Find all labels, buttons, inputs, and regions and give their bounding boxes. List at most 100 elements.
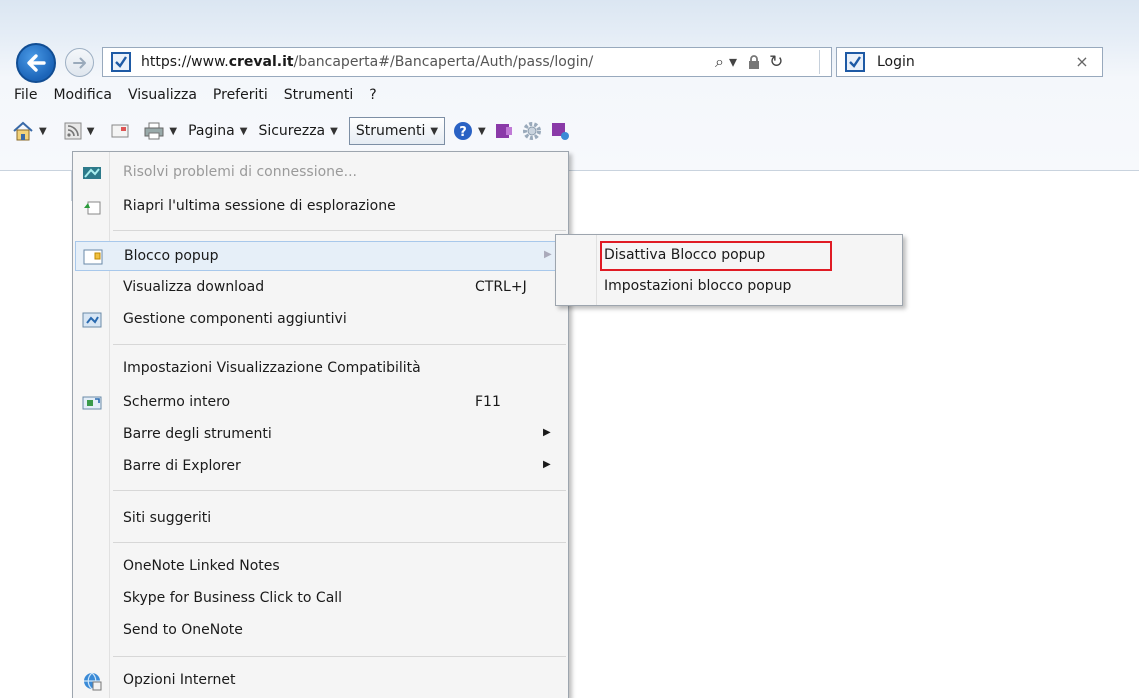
menu-file[interactable]: File xyxy=(14,87,37,103)
tab-login[interactable]: Login × xyxy=(836,47,1103,77)
menu-item-compatibilita[interactable]: Impostazioni Visualizzazione Compatibili… xyxy=(75,354,566,384)
menu-item-barre-explorer[interactable]: Barre di Explorer ▶ xyxy=(75,452,566,482)
submenu-arrow-icon: ▶ xyxy=(543,459,551,470)
command-bar: ▼ ▼ ▼ Pagina ▼ Sicurezza ▼ Strumenti ▼ ?… xyxy=(12,117,581,145)
help-icon: ? xyxy=(454,122,473,140)
strumenti-button[interactable]: Strumenti ▼ xyxy=(348,117,446,145)
menu-item-label: Send to OneNote xyxy=(123,622,243,638)
internet-options-icon xyxy=(81,670,103,692)
submenu-gutter xyxy=(596,235,597,305)
rss-feed-icon xyxy=(64,122,82,140)
menu-item-barre-strumenti[interactable]: Barre degli strumenti ▶ xyxy=(75,420,566,450)
menu-item-label: Blocco popup xyxy=(124,248,219,264)
close-tab-icon[interactable]: × xyxy=(1071,51,1093,73)
menu-item-visualizza-download[interactable]: Visualizza download CTRL+J xyxy=(75,273,566,303)
menu-strumenti[interactable]: Strumenti xyxy=(284,87,354,103)
menu-bar: File Modifica Visualizza Preferiti Strum… xyxy=(14,85,393,105)
feeds-button[interactable]: ▼ xyxy=(64,122,95,140)
url-path: /bancaperta#/Bancaperta/Auth/pass/login/ xyxy=(293,54,594,70)
mail-icon xyxy=(111,124,129,138)
menu-item-label: Barre di Explorer xyxy=(123,458,241,474)
url-text: https://www.creval.it/bancaperta#/Bancap… xyxy=(141,54,593,70)
pagina-button[interactable]: Pagina ▼ xyxy=(188,123,247,139)
strumenti-caret-icon: ▼ xyxy=(430,125,439,137)
menu-separator xyxy=(113,230,566,231)
strumenti-label: Strumenti xyxy=(355,123,426,139)
submenu-arrow-icon: ▶ xyxy=(543,427,551,438)
tab-favicon-icon xyxy=(845,52,865,72)
print-caret-icon[interactable]: ▼ xyxy=(169,126,177,137)
feeds-caret-icon[interactable]: ▼ xyxy=(87,126,95,137)
site-favicon-icon xyxy=(111,52,131,72)
reopen-session-icon xyxy=(81,196,103,218)
menu-help[interactable]: ? xyxy=(369,87,376,103)
gear-icon xyxy=(522,122,541,140)
help-caret-icon[interactable]: ▼ xyxy=(478,126,486,137)
menu-item-onenote-linked[interactable]: OneNote Linked Notes xyxy=(75,552,566,582)
page-area-strip xyxy=(0,171,72,201)
menu-item-opzioni-internet[interactable]: Opzioni Internet xyxy=(75,666,566,696)
help-button[interactable]: ? ▼ xyxy=(453,121,486,141)
shortcut-label: F11 xyxy=(475,394,501,410)
menu-item-label: Visualizza download xyxy=(123,279,265,295)
submenu-item-impostazioni-blocco-popup[interactable]: Impostazioni blocco popup xyxy=(604,278,791,294)
svg-text:?: ? xyxy=(459,125,467,140)
pagina-caret-icon: ▼ xyxy=(239,125,248,137)
home-button[interactable]: ▼ xyxy=(12,121,47,141)
menu-item-label: OneNote Linked Notes xyxy=(123,558,280,574)
refresh-icon[interactable]: ↻ xyxy=(769,52,783,72)
lock-icon[interactable] xyxy=(747,54,761,70)
menu-item-schermo-intero[interactable]: Schermo intero F11 xyxy=(75,388,566,418)
shortcut-label: CTRL+J xyxy=(475,279,527,295)
back-button[interactable] xyxy=(16,43,56,83)
menu-item-label: Skype for Business Click to Call xyxy=(123,590,343,606)
menu-item-blocco-popup[interactable]: Blocco popup ▶ xyxy=(75,241,566,271)
home-caret-icon[interactable]: ▼ xyxy=(39,126,47,137)
menu-separator xyxy=(113,490,566,491)
sicurezza-caret-icon: ▼ xyxy=(330,125,338,137)
submenu-arrow-icon: ▶ xyxy=(544,249,552,260)
print-icon xyxy=(144,122,164,140)
menu-visualizza[interactable]: Visualizza xyxy=(128,87,197,103)
network-diagnose-icon xyxy=(81,162,103,184)
menu-separator xyxy=(113,344,566,345)
popup-blocker-icon xyxy=(82,246,104,268)
menu-item-label: Riapri l'ultima sessione di esplorazione xyxy=(123,198,396,214)
url-prefix: https://www. xyxy=(141,54,229,70)
print-button[interactable]: ▼ xyxy=(144,122,177,140)
menu-item-skype-click-to-call[interactable]: Skype for Business Click to Call xyxy=(75,584,566,614)
tab-title: Login xyxy=(877,54,915,70)
menu-item-label: Opzioni Internet xyxy=(123,672,236,688)
menu-item-send-to-onenote[interactable]: Send to OneNote xyxy=(75,616,566,646)
menu-modifica[interactable]: Modifica xyxy=(53,87,112,103)
strumenti-dropdown-menu: Risolvi problemi di connessione... Riapr… xyxy=(72,151,569,698)
menu-item-label: Schermo intero xyxy=(123,394,231,410)
search-dropdown-icon[interactable]: ⌕ ▾ xyxy=(715,52,737,72)
home-icon xyxy=(13,121,33,141)
address-separator xyxy=(819,50,820,74)
menu-preferiti[interactable]: Preferiti xyxy=(213,87,268,103)
menu-item-risolvi-problemi: Risolvi problemi di connessione... xyxy=(75,158,566,188)
submenu-item-disattiva-blocco-popup[interactable]: Disattiva Blocco popup xyxy=(604,247,765,263)
menu-item-gestione-componenti[interactable]: Gestione componenti aggiuntivi xyxy=(75,305,566,335)
pagina-label: Pagina xyxy=(188,123,235,139)
mail-button[interactable] xyxy=(111,124,129,138)
onenote-linked-button[interactable] xyxy=(550,121,570,141)
fullscreen-icon xyxy=(81,392,103,414)
sicurezza-label: Sicurezza xyxy=(258,123,326,139)
settings-button[interactable] xyxy=(522,121,542,141)
menu-item-label: Barre degli strumenti xyxy=(123,426,272,442)
forward-arrow-icon xyxy=(72,57,86,68)
onenote-icon xyxy=(495,124,512,138)
address-bar-icons: ⌕ ▾ ↻ xyxy=(715,52,783,72)
address-bar[interactable]: https://www.creval.it/bancaperta#/Bancap… xyxy=(102,47,832,77)
forward-button[interactable] xyxy=(65,48,94,77)
sicurezza-button[interactable]: Sicurezza ▼ xyxy=(258,123,337,139)
onenote-linked-icon xyxy=(551,123,569,140)
menu-separator xyxy=(113,542,566,543)
menu-item-riapri-sessione[interactable]: Riapri l'ultima sessione di esplorazione xyxy=(75,192,566,222)
onenote-button[interactable] xyxy=(494,121,514,141)
menu-item-siti-suggeriti[interactable]: Siti suggeriti xyxy=(75,504,566,534)
menu-item-label: Gestione componenti aggiuntivi xyxy=(123,311,347,327)
url-domain: creval.it xyxy=(228,54,294,70)
